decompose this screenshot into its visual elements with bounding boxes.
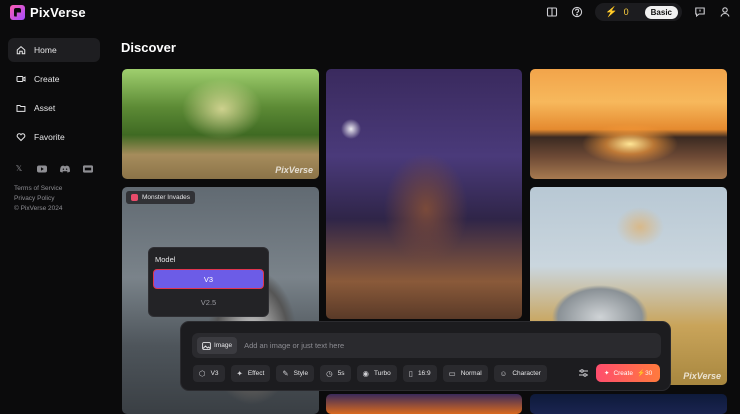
logo-text: PixVerse	[30, 4, 86, 20]
video-card[interactable]	[530, 394, 727, 414]
option-label: Style	[293, 369, 309, 377]
footer-links: Terms of Service Privacy Policy © PixVer…	[14, 184, 63, 214]
bolt-icon: ⚡	[605, 6, 618, 18]
eye-icon: ◉	[362, 368, 370, 378]
aspect-ratio-select[interactable]: ▯ 16:9	[402, 364, 437, 382]
copyright: © PixVerse 2024	[14, 205, 63, 212]
option-label: Effect	[247, 369, 265, 377]
logo[interactable]: PixVerse	[10, 4, 86, 20]
model-option-v3[interactable]: V3	[153, 269, 264, 289]
model-label: Model	[155, 255, 176, 264]
create-button[interactable]: ✦ Create ⚡30	[596, 364, 660, 382]
aspect-icon: ▯	[408, 368, 413, 378]
create-label: Create	[613, 369, 633, 377]
home-icon	[16, 45, 26, 55]
video-icon	[16, 76, 26, 82]
option-label: Normal	[460, 369, 482, 377]
image-icon	[202, 341, 211, 350]
sidebar-item-label: Create	[34, 74, 60, 84]
credits-count: 0	[623, 7, 629, 17]
logo-icon	[10, 4, 25, 20]
credits-pill[interactable]: ⚡ 0 Basic	[595, 3, 682, 21]
video-card[interactable]	[326, 69, 522, 319]
video-card[interactable]	[530, 69, 727, 179]
sparkle-icon: ✦	[604, 370, 610, 377]
user-icon[interactable]	[718, 5, 732, 19]
sidebar-item-create[interactable]: Create	[8, 67, 100, 91]
sidebar: Home Create Asset Favorite 𝕏 Terms of Se…	[0, 30, 110, 414]
sidebar-item-label: Favorite	[34, 132, 65, 142]
top-bar: PixVerse ⚡ 0 Basic	[0, 0, 740, 24]
youtube-icon[interactable]	[37, 164, 47, 173]
help-icon[interactable]	[570, 5, 584, 19]
watermark: PixVerse	[275, 165, 313, 175]
sidebar-item-label: Home	[34, 45, 57, 55]
social-links: 𝕏	[14, 164, 93, 173]
sidebar-item-home[interactable]: Home	[8, 38, 100, 62]
video-card[interactable]	[326, 394, 522, 414]
options-row: ⬡ V3 ✦ Effect ✎ Style ◷ 5s ◉ Turbo ▯ 16:…	[193, 364, 547, 382]
wand-icon: ✦	[236, 368, 243, 378]
option-label: Turbo	[374, 369, 391, 377]
x-icon[interactable]: 𝕏	[14, 164, 24, 173]
model-dropdown: Model V3 V2.5	[148, 247, 269, 317]
character-button[interactable]: ☺ Character	[493, 364, 547, 382]
clock-icon: ◷	[326, 368, 333, 378]
cube-icon: ⬡	[199, 368, 206, 378]
settings-sliders-icon[interactable]	[576, 366, 590, 380]
option-label: 5s	[337, 369, 345, 377]
card-tag-label: Monster Invades	[142, 194, 191, 201]
card-tag[interactable]: Monster Invades	[126, 191, 196, 204]
option-label: Character	[512, 369, 541, 377]
video-card[interactable]: PixVerse	[122, 69, 319, 179]
effect-button[interactable]: ✦ Effect	[230, 364, 271, 382]
create-bar: Image ⬡ V3 ✦ Effect ✎ Style ◷ 5s ◉ Turbo…	[180, 321, 671, 391]
sidebar-item-asset[interactable]: Asset	[8, 96, 100, 120]
monster-icon	[131, 194, 138, 201]
folder-icon	[16, 105, 26, 112]
prompt-input[interactable]	[244, 337, 656, 354]
model-option-v2-5[interactable]: V2.5	[153, 294, 264, 310]
heart-icon	[16, 133, 26, 142]
create-cost: ⚡30	[636, 370, 653, 377]
brush-icon: ✎	[282, 368, 289, 378]
ai-icon[interactable]	[83, 164, 93, 173]
style-button[interactable]: ✎ Style	[276, 364, 315, 382]
sidebar-item-label: Asset	[34, 103, 56, 113]
plan-badge[interactable]: Basic	[644, 5, 678, 19]
model-select[interactable]: ⬡ V3	[193, 364, 225, 382]
image-chip-label: Image	[214, 342, 233, 349]
camera-motion-select[interactable]: ▭ Normal	[442, 364, 488, 382]
terms-link[interactable]: Terms of Service	[14, 184, 63, 194]
image-upload-button[interactable]: Image	[197, 337, 238, 354]
page-title: Discover	[121, 40, 176, 55]
watermark: PixVerse	[683, 371, 721, 381]
create-cost-value: 30	[645, 370, 653, 377]
speed-select[interactable]: ◉ Turbo	[356, 364, 397, 382]
discord-icon[interactable]	[60, 164, 70, 173]
camera-icon: ▭	[448, 368, 456, 378]
duration-select[interactable]: ◷ 5s	[320, 364, 351, 382]
message-icon[interactable]	[693, 5, 707, 19]
book-icon[interactable]	[545, 5, 559, 19]
prompt-row: Image	[192, 333, 661, 358]
face-icon: ☺	[499, 368, 508, 378]
option-label: V3	[210, 369, 219, 377]
sidebar-item-favorite[interactable]: Favorite	[8, 125, 100, 149]
option-label: 16:9	[417, 369, 431, 377]
privacy-link[interactable]: Privacy Policy	[14, 194, 63, 204]
